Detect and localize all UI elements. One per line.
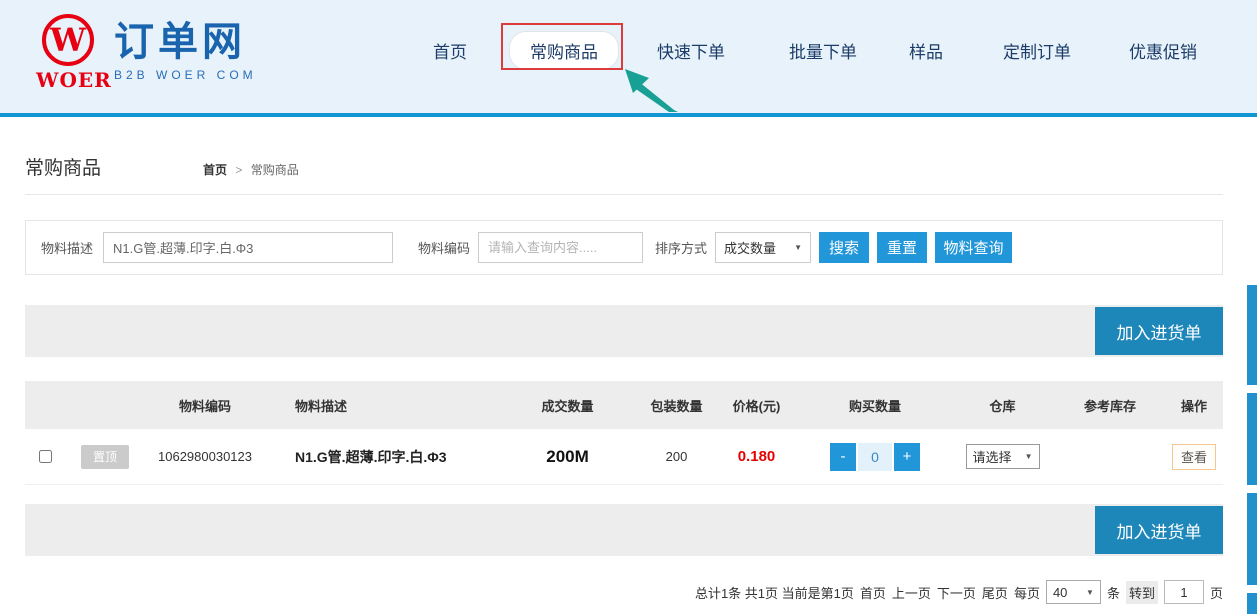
- goto-page-label: 转到: [1126, 581, 1158, 604]
- floating-sidebar-tab-4[interactable]: [1247, 593, 1257, 614]
- row-deal-qty: 200M: [495, 429, 640, 484]
- row-price: 0.180: [713, 429, 800, 484]
- table-row: 置顶 1062980030123 N1.G管.超薄.印字.白.Φ3 200M 2…: [25, 429, 1223, 485]
- row-warehouse-cell: 请选择 ▼: [950, 429, 1055, 484]
- nav-item-samples[interactable]: 样品: [909, 38, 943, 63]
- row-material-desc: N1.G管.超薄.印字.白.Φ3: [265, 429, 495, 484]
- per-page-select[interactable]: 40 ▼: [1046, 580, 1101, 604]
- floating-sidebar: [1247, 285, 1257, 614]
- header-ref-stock: 参考库存: [1055, 381, 1165, 429]
- nav-item-home[interactable]: 首页: [433, 38, 467, 63]
- header-deal-qty: 成交数量: [495, 381, 640, 429]
- site-name: 订单网: [114, 18, 257, 66]
- view-button[interactable]: 查看: [1172, 444, 1216, 470]
- quantity-increase-button[interactable]: +: [894, 443, 920, 471]
- material-code-input[interactable]: [478, 232, 643, 263]
- goto-page-input[interactable]: [1164, 580, 1204, 604]
- header-checkbox-spacer: [25, 381, 65, 429]
- row-buy-qty-cell: - 0 +: [800, 429, 950, 484]
- header-pack-qty: 包装数量: [640, 381, 713, 429]
- site-header: W WOER 订单网 B2B WOER COM 首页 常购商品 快速下单 批量下…: [0, 0, 1257, 117]
- filter-bar: 物料描述 物料编码 排序方式 成交数量 ▼ 搜索 重置 物料查询: [25, 220, 1223, 275]
- pagination-prev-link[interactable]: 上一页: [892, 583, 931, 602]
- logo-letter: W: [50, 24, 86, 56]
- material-desc-label: 物料描述: [41, 238, 93, 257]
- pagination-summary: 总计1条 共1页 当前是第1页: [695, 583, 854, 602]
- main-content: 常购商品 首页 > 常购商品 物料描述 物料编码 排序方式 成交数量 ▼ 搜索 …: [25, 117, 1223, 604]
- annotation-arrow-icon: [622, 68, 688, 114]
- row-pack-qty: 200: [640, 429, 713, 484]
- row-ref-stock: [1055, 429, 1165, 484]
- per-page-value: 40: [1053, 585, 1067, 600]
- page-title: 常购商品: [25, 153, 101, 180]
- pagination-first-link[interactable]: 首页: [860, 583, 886, 602]
- nav-item-quick-order[interactable]: 快速下单: [657, 38, 725, 63]
- sort-mode-label: 排序方式: [655, 238, 707, 257]
- nav-item-promotions[interactable]: 优惠促销: [1129, 38, 1197, 63]
- header-actions: 操作: [1165, 381, 1223, 429]
- per-page-unit: 条: [1107, 583, 1120, 602]
- brand-logo[interactable]: W WOER 订单网 B2B WOER COM: [36, 10, 257, 92]
- row-material-code: 1062980030123: [145, 429, 265, 484]
- nav-item-frequent-products[interactable]: 常购商品: [509, 31, 619, 70]
- header-price: 价格(元): [713, 381, 800, 429]
- per-page-label: 每页: [1014, 583, 1040, 602]
- header-warehouse: 仓库: [950, 381, 1055, 429]
- chevron-down-icon: ▼: [1086, 588, 1094, 597]
- woer-logo-icon: W WOER: [36, 10, 100, 92]
- header-material-desc: 物料描述: [265, 381, 495, 429]
- warehouse-select[interactable]: 请选择 ▼: [966, 444, 1040, 469]
- chevron-down-icon: ▼: [794, 243, 802, 252]
- pagination-next-link[interactable]: 下一页: [937, 583, 976, 602]
- nav-item-custom-order[interactable]: 定制订单: [1003, 38, 1071, 63]
- header-pin-spacer: [65, 381, 145, 429]
- search-button[interactable]: 搜索: [819, 232, 869, 263]
- breadcrumb-home-link[interactable]: 首页: [203, 163, 227, 177]
- main-nav: 首页 常购商品 快速下单 批量下单 样品 定制订单 优惠促销: [433, 30, 1197, 70]
- warehouse-value: 请选择: [973, 447, 1012, 466]
- add-to-purchase-list-button-bottom[interactable]: 加入进货单: [1095, 506, 1223, 554]
- header-buy-qty: 购买数量: [800, 381, 950, 429]
- toolbar-top: 加入进货单: [25, 305, 1223, 357]
- quantity-decrease-button[interactable]: -: [830, 443, 856, 471]
- breadcrumb-separator: >: [235, 163, 242, 177]
- material-query-button[interactable]: 物料查询: [935, 232, 1012, 263]
- logo-word: WOER: [36, 68, 100, 92]
- page-head: 常购商品 首页 > 常购商品: [25, 117, 1223, 195]
- reset-button[interactable]: 重置: [877, 232, 927, 263]
- row-select-cell: [25, 429, 65, 484]
- toolbar-bottom: 加入进货单: [25, 504, 1223, 556]
- pagination-bar: 总计1条 共1页 当前是第1页 首页 上一页 下一页 尾页 每页 40 ▼ 条 …: [25, 580, 1223, 604]
- nav-item-bulk-order[interactable]: 批量下单: [789, 38, 857, 63]
- site-tagline: B2B WOER COM: [114, 68, 257, 82]
- add-to-purchase-list-button-top[interactable]: 加入进货单: [1095, 307, 1223, 355]
- sort-mode-value: 成交数量: [724, 238, 776, 257]
- floating-sidebar-tab-3[interactable]: [1247, 493, 1257, 585]
- breadcrumb-current: 常购商品: [251, 163, 299, 177]
- floating-sidebar-tab-1[interactable]: [1247, 285, 1257, 385]
- floating-sidebar-tab-2[interactable]: [1247, 393, 1257, 485]
- row-actions-cell: 查看: [1165, 429, 1223, 484]
- breadcrumb: 首页 > 常购商品: [203, 161, 299, 180]
- quantity-stepper: - 0 +: [830, 443, 920, 471]
- quantity-value-field[interactable]: 0: [856, 443, 894, 471]
- header-material-code: 物料编码: [145, 381, 265, 429]
- material-desc-input[interactable]: [103, 232, 393, 263]
- sort-mode-select[interactable]: 成交数量 ▼: [715, 232, 811, 263]
- table-header-row: 物料编码 物料描述 成交数量 包装数量 价格(元) 购买数量 仓库 参考库存 操…: [25, 381, 1223, 429]
- row-pin-cell: 置顶: [65, 429, 145, 484]
- pagination-last-link[interactable]: 尾页: [982, 583, 1008, 602]
- row-select-checkbox[interactable]: [39, 450, 52, 463]
- material-code-label: 物料编码: [418, 238, 470, 257]
- chevron-down-icon: ▼: [1025, 452, 1033, 461]
- goto-page-unit: 页: [1210, 583, 1223, 602]
- logo-circle-w: W: [42, 14, 94, 66]
- site-title: 订单网 B2B WOER COM: [114, 10, 257, 82]
- pin-to-top-button[interactable]: 置顶: [81, 445, 129, 469]
